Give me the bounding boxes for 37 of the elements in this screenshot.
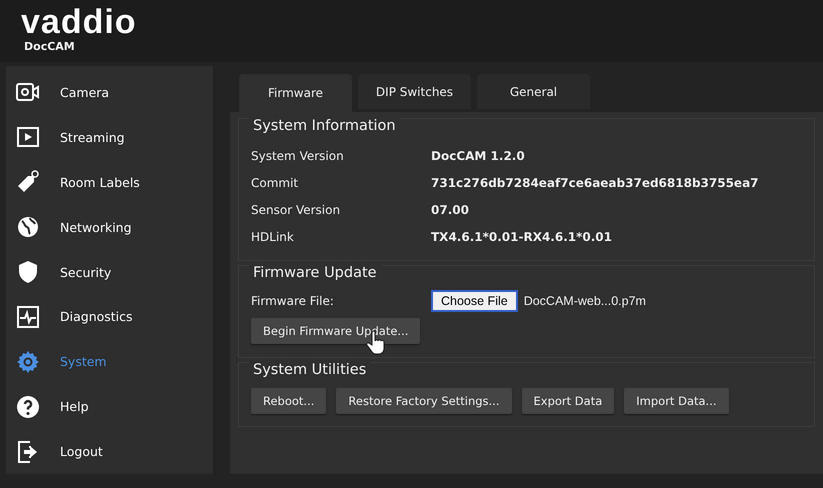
tab[interactable]: Firmware	[239, 74, 352, 112]
info-value: 07.00	[431, 202, 469, 216]
sidebar-item[interactable]: Networking	[6, 204, 213, 250]
sidebar-item[interactable]: Streaming	[6, 114, 213, 160]
pulse-icon	[16, 304, 40, 329]
shield-icon	[16, 260, 40, 284]
utility-button[interactable]: Restore Factory Settings...	[336, 388, 512, 414]
info-label: Commit	[251, 176, 300, 190]
sidebar-item[interactable]: Security	[6, 250, 213, 294]
info-value: DocCAM 1.2.0	[431, 148, 525, 162]
logo: vaddio	[21, 4, 138, 40]
tab[interactable]: General	[477, 74, 590, 109]
begin-update-button[interactable]: Begin Firmware Update...	[251, 318, 420, 344]
tab[interactable]: DIP Switches	[358, 74, 471, 109]
globe-icon	[16, 215, 40, 240]
choose-file-button[interactable]: Choose File	[431, 290, 518, 312]
help-icon	[16, 394, 40, 419]
sidebar-item[interactable]: Help	[6, 384, 213, 430]
utility-button[interactable]: Import Data...	[624, 388, 729, 414]
utility-button[interactable]: Reboot...	[251, 388, 326, 414]
info-label: HDLink	[251, 230, 295, 244]
info-label: System Version	[251, 148, 345, 162]
info-value: TX4.6.1*0.01-RX4.6.1*0.01	[431, 230, 612, 244]
file-name: DocCAM-web...0.p7m	[524, 294, 646, 308]
gear-icon	[16, 350, 40, 374]
info-label: Sensor Version	[251, 202, 342, 216]
sidebar-item[interactable]: System	[6, 339, 213, 384]
sidebar-item[interactable]: Room Labels	[6, 160, 213, 205]
info-value: 731c276db7284eaf7ce6aeab37ed6818b3755ea7	[431, 176, 759, 190]
play-icon	[16, 125, 40, 150]
sidebar-item[interactable]: Camera	[6, 70, 213, 115]
tag-icon	[16, 170, 40, 194]
sidebar-item[interactable]: Logout	[6, 429, 213, 474]
field-label: Firmware File:	[251, 294, 335, 308]
product-name: DocCAM	[24, 40, 76, 54]
sidebar-item[interactable]: Diagnostics	[6, 294, 213, 340]
utility-button[interactable]: Export Data	[522, 388, 614, 414]
